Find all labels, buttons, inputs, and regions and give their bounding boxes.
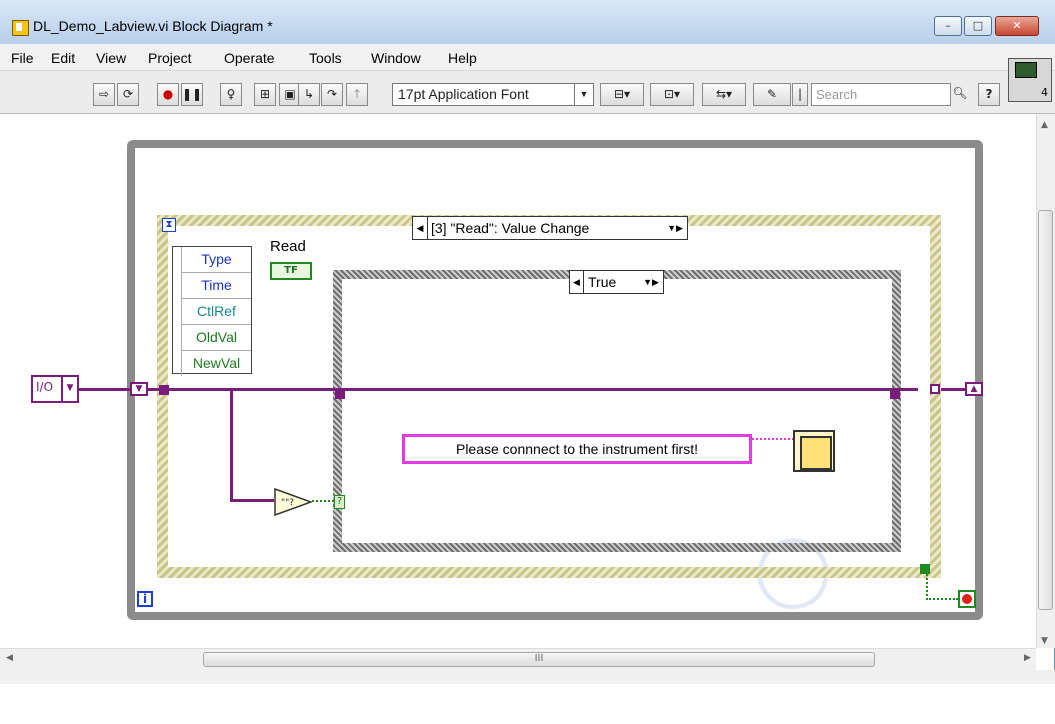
branch-wire-horizontal[interactable] xyxy=(230,499,274,502)
boolean-wire[interactable] xyxy=(312,500,334,504)
stop-tunnel[interactable] xyxy=(920,564,930,574)
branch-wire[interactable] xyxy=(230,388,233,502)
enum-constant[interactable]: I/O ▼ xyxy=(31,375,79,403)
close-button[interactable]: ✕ xyxy=(995,16,1039,36)
step-out-icon[interactable]: ↑ xyxy=(346,83,368,106)
menu-project[interactable]: Project xyxy=(148,50,192,66)
stop-wire-vertical[interactable] xyxy=(926,574,930,600)
run-continuous-icon[interactable]: ⟳ xyxy=(117,83,139,106)
maximize-button[interactable]: □ xyxy=(964,16,992,36)
output-wire[interactable] xyxy=(941,388,967,391)
vi-icon-screen xyxy=(1015,62,1037,78)
event-selector-label: [3] "Read": Value Change xyxy=(431,220,590,236)
help-icon[interactable]: ? xyxy=(978,83,1000,106)
case-tunnel-right[interactable] xyxy=(890,389,900,399)
prev-case-icon[interactable]: ◀ xyxy=(413,217,428,239)
dialog-icon-inner xyxy=(800,436,832,470)
event-tunnel-right[interactable] xyxy=(930,384,940,394)
chevron-down-icon[interactable]: ▼ xyxy=(61,377,77,401)
horizontal-scroll-thumb[interactable]: III xyxy=(203,652,875,667)
scroll-down-icon[interactable]: ▼ xyxy=(1041,636,1048,646)
menu-file[interactable]: File xyxy=(11,50,34,66)
event-data-time[interactable]: Time xyxy=(181,273,251,299)
search-input[interactable]: Search xyxy=(811,83,951,106)
read-boolean-terminal[interactable]: TF xyxy=(270,262,312,280)
case-selector-label: True xyxy=(588,274,617,290)
string-wire[interactable] xyxy=(752,438,794,442)
window-title: DL_Demo_Labview.vi Block Diagram * xyxy=(33,18,273,34)
menu-window[interactable]: Window xyxy=(371,50,421,66)
search-icon[interactable]: 🔍︎ xyxy=(951,83,969,106)
chevron-down-icon: ▼ xyxy=(574,84,593,105)
connector-number: 4 xyxy=(1041,86,1048,99)
retain-wire-icon[interactable]: ⊞ xyxy=(254,83,276,106)
reorder-icon[interactable]: ⇆▾ xyxy=(702,83,746,106)
menu-view[interactable]: View xyxy=(96,50,126,66)
read-terminal-label: Read xyxy=(270,238,306,255)
highlight-bulb-icon[interactable]: ♀ xyxy=(220,83,242,106)
case-selector-terminal[interactable]: ? xyxy=(334,495,345,509)
menu-tools[interactable]: Tools xyxy=(309,50,342,66)
scroll-left-icon[interactable]: ◀ xyxy=(6,653,13,663)
vi-app-icon xyxy=(12,20,29,36)
iteration-terminal[interactable]: i xyxy=(137,591,153,607)
shift-register-wire[interactable] xyxy=(148,388,918,391)
case-structure[interactable] xyxy=(333,270,901,552)
scroll-right-icon[interactable]: ▶ xyxy=(1024,653,1031,663)
font-select[interactable]: 17pt Application Font ▼ xyxy=(392,83,594,106)
vi-icon-connector[interactable]: 4 xyxy=(1008,58,1052,102)
pause-icon[interactable]: ❚❚ xyxy=(181,83,203,106)
shift-register-left[interactable]: ▼ xyxy=(130,382,148,396)
not-empty-string-icon[interactable]: ""? xyxy=(274,488,312,516)
shift-register-right[interactable]: ▲ xyxy=(965,382,983,396)
svg-text:""?: ""? xyxy=(281,498,294,508)
run-arrow-icon[interactable]: ⇨ xyxy=(93,83,115,106)
message-string-constant[interactable]: Please connnect to the instrument first! xyxy=(402,434,752,464)
event-data-ctlref[interactable]: CtlRef xyxy=(181,299,251,325)
event-tunnel-left[interactable] xyxy=(159,385,169,395)
hourglass-icon[interactable]: ⧗ xyxy=(162,218,176,232)
event-data-oldval[interactable]: OldVal xyxy=(181,325,251,351)
one-button-dialog-icon[interactable] xyxy=(793,430,835,472)
font-select-label: 17pt Application Font xyxy=(398,86,529,102)
menu-operate[interactable]: Operate xyxy=(224,50,275,66)
event-data-node[interactable]: Type Time CtlRef OldVal NewVal xyxy=(172,246,252,376)
distribute-objects-icon[interactable]: ⊡▾ xyxy=(650,83,694,106)
stop-wire-horizontal[interactable] xyxy=(926,598,958,602)
prev-case-icon[interactable]: ◀ xyxy=(570,271,584,293)
menu-help[interactable]: Help xyxy=(448,50,477,66)
minimize-button[interactable]: – xyxy=(934,16,962,36)
case-tunnel-left[interactable] xyxy=(335,389,345,399)
stop-icon xyxy=(962,594,972,604)
scroll-up-icon[interactable]: ▲ xyxy=(1041,120,1048,130)
search-toggle-icon[interactable]: | xyxy=(792,83,808,106)
event-data-type[interactable]: Type xyxy=(181,247,251,273)
next-case-icon[interactable]: ▼▶ xyxy=(663,217,687,239)
cleanup-diagram-icon[interactable]: ✎ xyxy=(753,83,791,106)
step-over-icon[interactable]: ↷ xyxy=(321,83,343,106)
loop-stop-terminal[interactable] xyxy=(958,590,976,608)
vertical-scroll-thumb[interactable] xyxy=(1038,210,1053,610)
event-data-newval[interactable]: NewVal xyxy=(181,351,251,376)
menu-edit[interactable]: Edit xyxy=(51,50,75,66)
enum-wire[interactable] xyxy=(79,388,131,391)
case-selector[interactable]: ◀ True ▼▶ xyxy=(569,270,664,294)
step-into-icon[interactable]: ↳ xyxy=(298,83,320,106)
next-case-icon[interactable]: ▼▶ xyxy=(639,271,663,293)
status-bar xyxy=(0,670,1055,684)
enum-value: I/O xyxy=(36,380,54,394)
event-selector[interactable]: ◀ [3] "Read": Value Change ▼▶ xyxy=(412,216,688,240)
abort-icon[interactable]: ● xyxy=(157,83,179,106)
align-objects-icon[interactable]: ⊟▾ xyxy=(600,83,644,106)
